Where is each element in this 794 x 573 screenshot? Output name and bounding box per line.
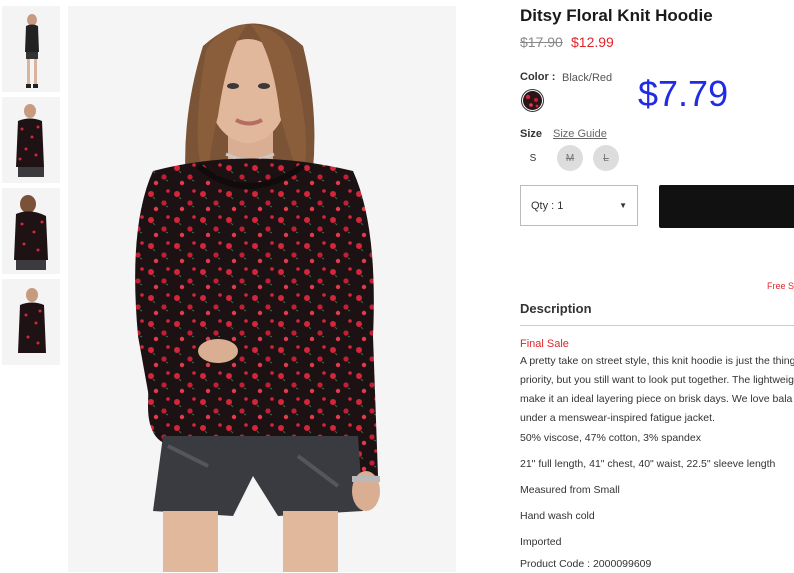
add-to-bag-button[interactable] [659,185,794,228]
description-line: A pretty take on street style, this knit… [520,355,794,367]
origin: Imported [520,536,562,548]
size-guide-link[interactable]: Size Guide [553,128,607,140]
description-line: make it an ideal layering piece on brisk… [520,393,793,405]
overlay-price-tag: $7.79 [638,73,729,114]
quantity-select[interactable]: Qty : 1 ▼ [520,185,638,226]
description-body: A pretty take on street style, this knit… [520,352,794,428]
product-code: Product Code : 2000099609 [520,558,652,570]
size-label: Size [520,128,543,140]
measurements: 21" full length, 41" chest, 40" waist, 2… [520,458,776,470]
measured-from: Measured from Small [520,484,620,496]
color-label: Color : [520,71,556,83]
description-divider [520,325,794,326]
quantity-label: Qty : 1 [531,200,564,212]
size-option-m[interactable]: M [557,145,583,171]
size-option-l[interactable]: L [593,145,619,171]
thumbnail-4[interactable] [2,279,60,365]
product-info-panel: Ditsy Floral Knit Hoodie $17.90 $12.99 C… [520,0,794,573]
thumbnail-1[interactable] [2,6,60,92]
sale-price: $12.99 [571,34,614,50]
description-line: under a menswear-inspired fatigue jacket… [520,412,715,424]
caret-down-icon: ▼ [619,201,627,210]
thumbnail-gallery [2,6,60,370]
free-shipping-text: Free S [767,281,794,291]
description-line: priority, but you still want to look put… [520,374,794,386]
color-swatch-black-red[interactable] [521,89,544,112]
final-sale-label: Final Sale [520,338,569,350]
color-value: Black/Red [562,72,613,84]
size-option-s[interactable]: S [520,145,546,171]
product-title: Ditsy Floral Knit Hoodie [520,6,713,25]
model-photo [68,6,456,572]
care-instructions: Hand wash cold [520,510,595,522]
thumbnail-2[interactable] [2,97,60,183]
original-price: $17.90 [520,34,563,50]
description-heading: Description [520,301,592,316]
swatch-pattern [523,91,542,110]
product-main-image [68,6,456,572]
fabric-content: 50% viscose, 47% cotton, 3% spandex [520,432,701,444]
thumbnail-3[interactable] [2,188,60,274]
